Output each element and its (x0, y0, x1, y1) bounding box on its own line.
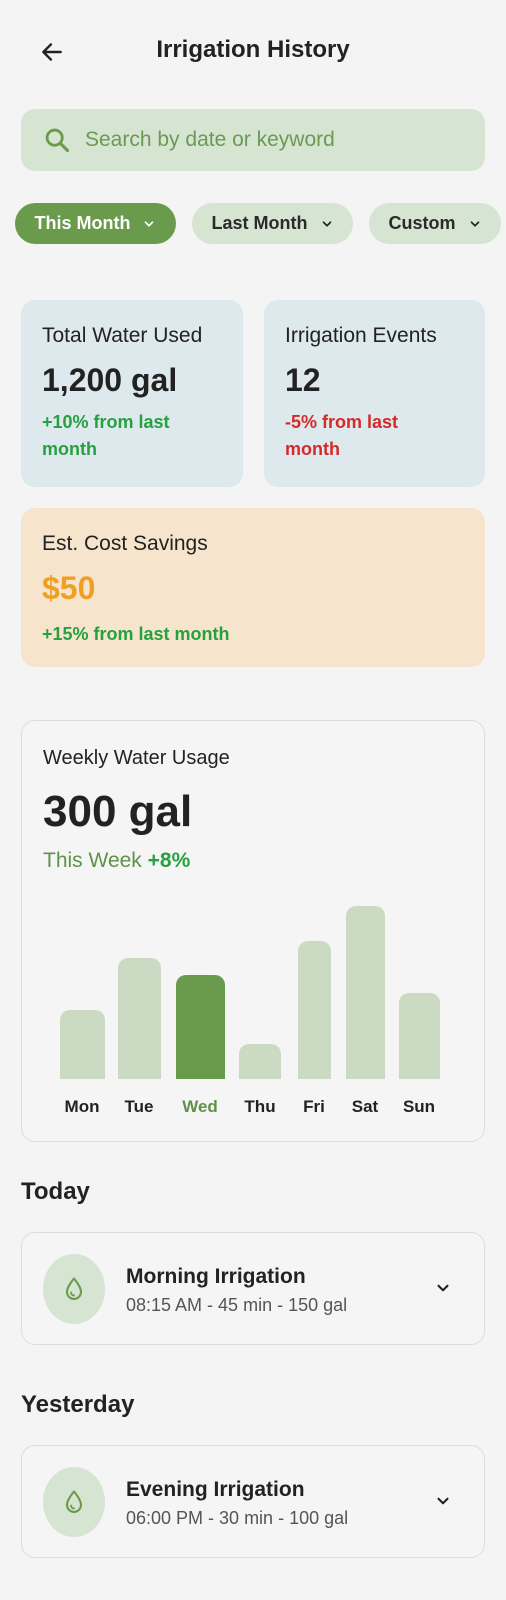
filter-last-month[interactable]: Last Month (192, 203, 353, 244)
bar-fri (297, 940, 331, 1079)
event-title: Evening Irrigation (126, 1478, 305, 1501)
stat-label: Est. Cost Savings (42, 532, 208, 555)
stat-card-water: Total Water Used 1,200 gal +10% from las… (21, 300, 243, 487)
stat-label: Irrigation Events (285, 324, 437, 347)
chevron-down-icon (468, 217, 482, 231)
bar-thu (239, 1044, 281, 1079)
chevron-down-icon (142, 217, 156, 231)
search-icon (45, 128, 70, 153)
weekly-usage-card: Weekly Water Usage 300 gal This Week +8%… (21, 720, 485, 1142)
chevron-down-icon[interactable] (428, 1486, 458, 1516)
stat-change: +15% from last month (42, 624, 230, 644)
stat-card-events: Irrigation Events 12 -5% from last month (264, 300, 485, 487)
bar-tue (117, 957, 161, 1079)
stat-change: +10% from last month (42, 412, 170, 459)
event-meta: 06:00 PM - 30 min - 100 gal (126, 1508, 349, 1528)
search-input[interactable] (85, 128, 465, 152)
event-meta: 08:15 AM - 45 min - 150 gal (126, 1295, 348, 1315)
stat-value: $50 (42, 570, 96, 606)
tick-label-sat: Sat (351, 1097, 379, 1116)
stat-change: -5% from last month (285, 412, 399, 459)
filter-label: Last Month (211, 213, 308, 233)
bar-sun (398, 992, 440, 1079)
stat-value: 12 (285, 362, 321, 398)
tick-label-wed: Wed (182, 1097, 218, 1116)
tick-label-tue: Tue (124, 1097, 154, 1116)
water-drop-icon (43, 1467, 105, 1537)
bar-sat (345, 906, 385, 1079)
filter-this-month[interactable]: This Month (15, 203, 176, 244)
section-title-yesterday: Yesterday (21, 1391, 135, 1418)
tick-label-mon: Mon (64, 1097, 100, 1116)
water-drop-icon (43, 1254, 105, 1324)
weekly-bar-chart: Mon Tue Wed Thu Fri Sat Sun (22, 721, 486, 1143)
chevron-down-icon (320, 217, 334, 231)
event-card-morning[interactable]: Morning Irrigation 08:15 AM - 45 min - 1… (21, 1232, 485, 1345)
filter-label: Custom (388, 213, 456, 233)
bar-wed (175, 975, 225, 1079)
page-title: Irrigation History (156, 36, 350, 63)
section-title-today: Today (21, 1178, 90, 1205)
filter-label: This Month (34, 213, 131, 233)
search-bar[interactable] (21, 109, 485, 171)
tick-label-thu: Thu (244, 1097, 276, 1116)
stat-card-savings: Est. Cost Savings $50 +15% from last mon… (21, 508, 485, 667)
stat-value: 1,200 gal (42, 362, 178, 398)
stat-label: Total Water Used (42, 324, 203, 347)
event-card-evening[interactable]: Evening Irrigation 06:00 PM - 30 min - 1… (21, 1445, 485, 1558)
tick-label-sun: Sun (402, 1097, 436, 1116)
bar-mon (59, 1009, 105, 1079)
chevron-down-icon[interactable] (428, 1273, 458, 1303)
filter-custom[interactable]: Custom (369, 203, 501, 244)
event-title: Morning Irrigation (126, 1265, 306, 1288)
